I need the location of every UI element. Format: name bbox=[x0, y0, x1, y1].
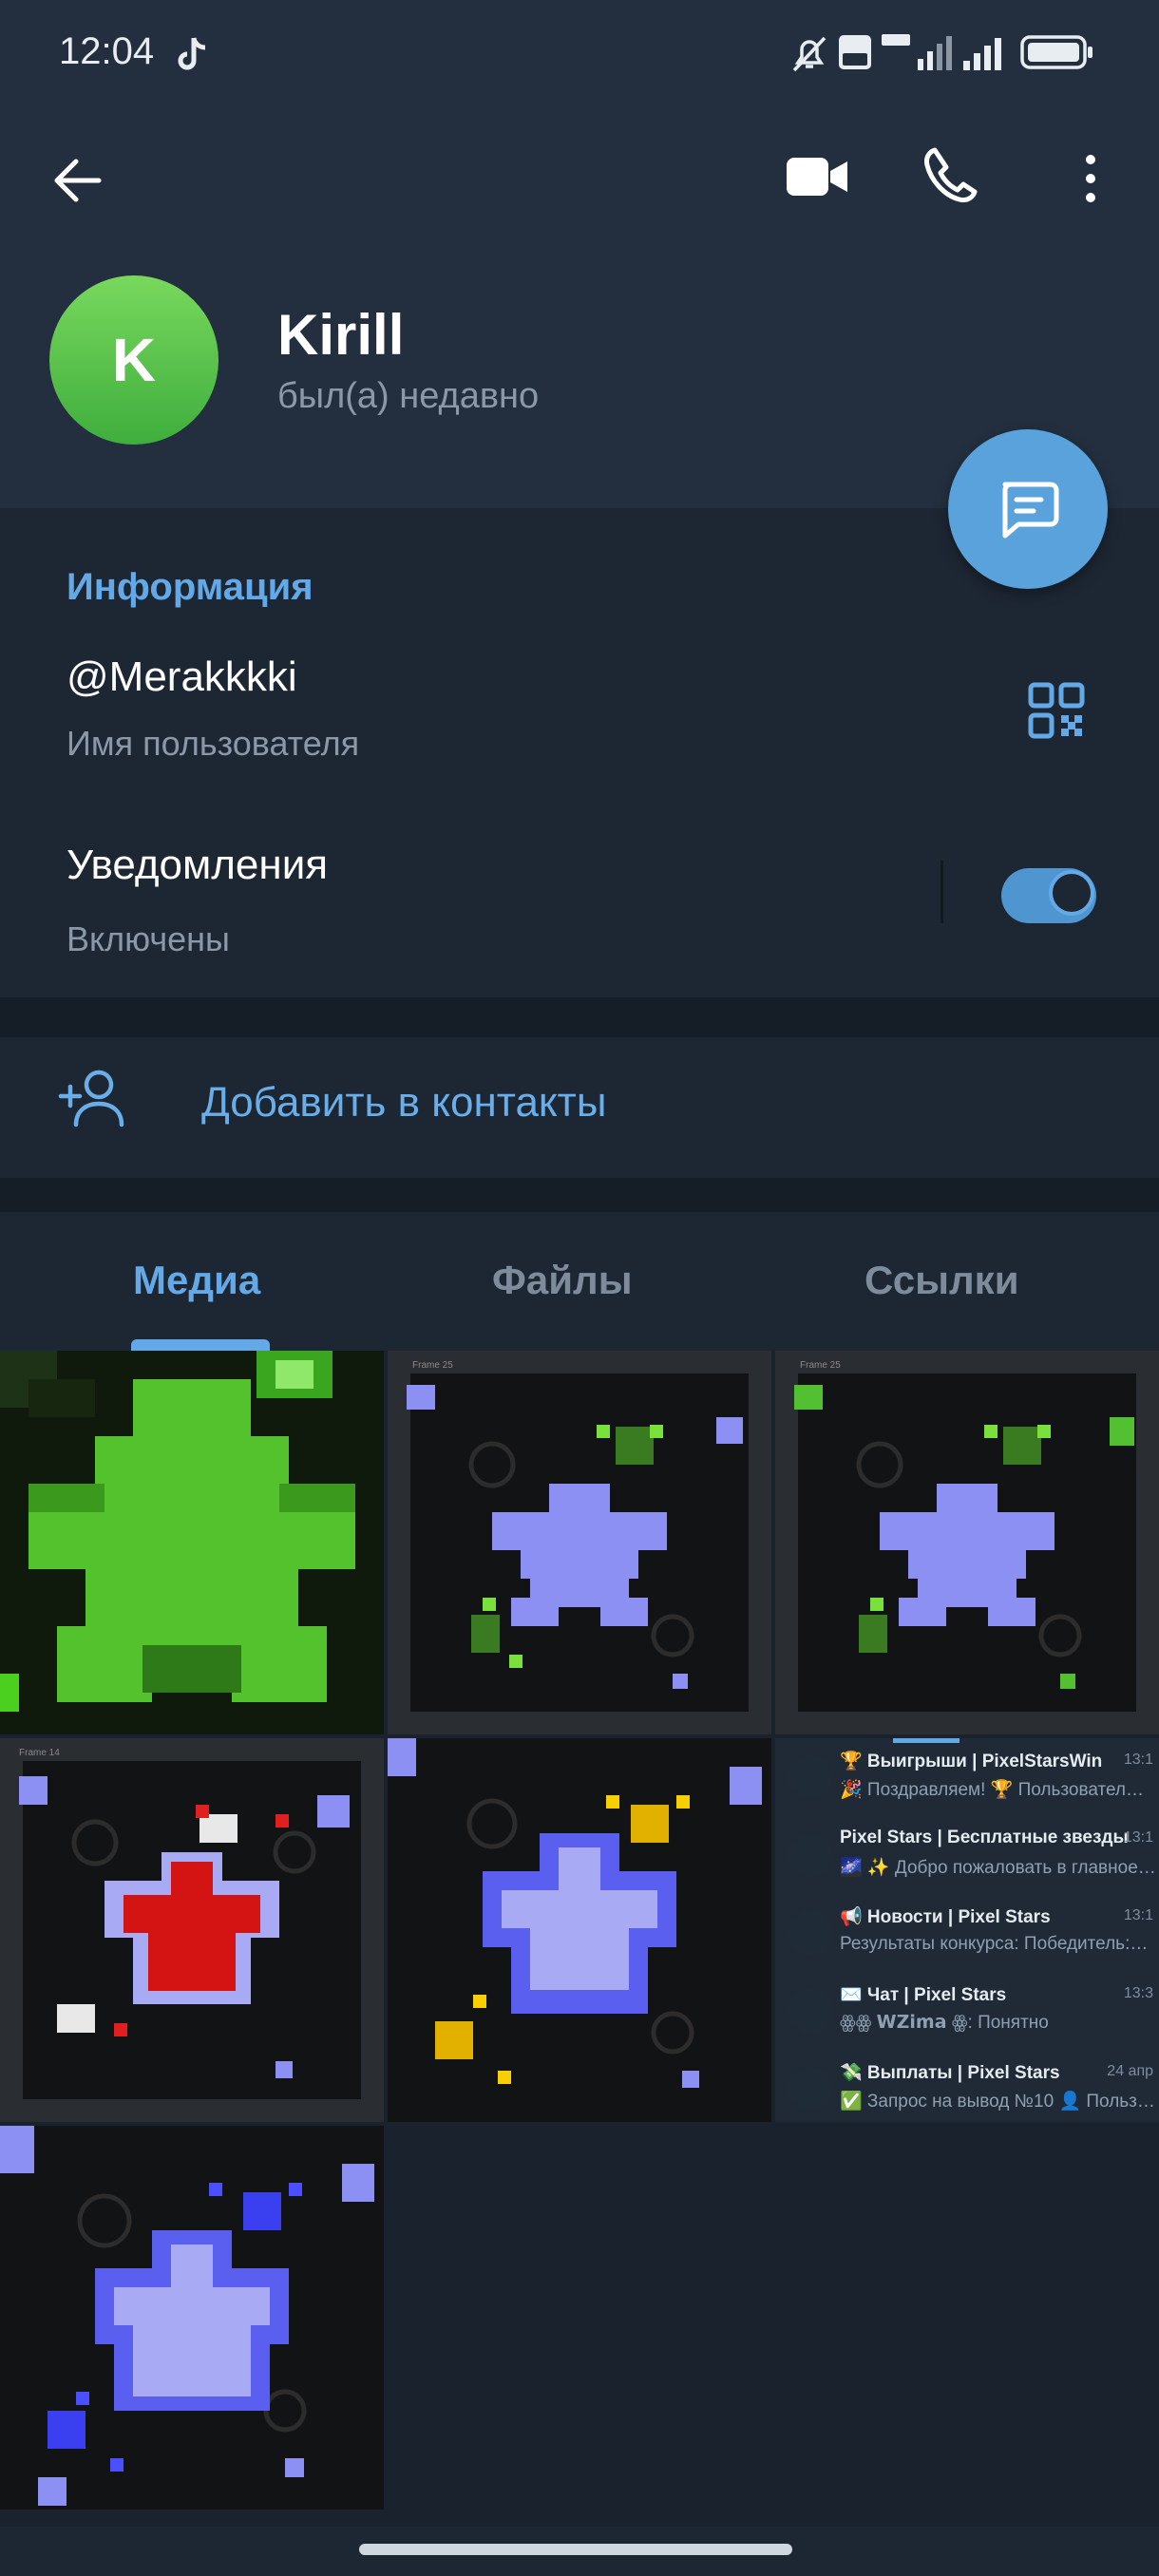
toggle-knob bbox=[1049, 870, 1094, 916]
active-tab-indicator bbox=[131, 1339, 270, 1351]
chat-preview: 🎉 Поздравляем! 🏆 Пользовател… bbox=[840, 1780, 1145, 1800]
media-item[interactable] bbox=[0, 1351, 384, 1734]
section-divider bbox=[0, 997, 1159, 1037]
tab-media[interactable]: Медиа bbox=[133, 1258, 260, 1303]
list-item: Pixel Stars | Бесплатные звезды 🌌 ✨ Добр… bbox=[781, 1820, 1159, 1896]
add-contact-label[interactable]: Добавить в контакты bbox=[201, 1079, 606, 1127]
list-item: 📢 Новости | Pixel Stars Результаты конку… bbox=[781, 1898, 1159, 1974]
green-star-image bbox=[0, 1351, 384, 1734]
avatar bbox=[788, 1833, 832, 1877]
media-item[interactable]: 🏆 Выигрыши | PixelStarsWin 🎉 Поздравляем… bbox=[775, 1738, 1159, 2122]
chat-time: 13:1 bbox=[1123, 1907, 1153, 1923]
battery-icon bbox=[1020, 35, 1092, 69]
list-item: 🏆 Выигрыши | PixelStarsWin 🎉 Поздравляем… bbox=[781, 1742, 1159, 1818]
signal-icon bbox=[963, 38, 1001, 70]
section-divider bbox=[0, 1178, 1159, 1212]
avatar-letter: K bbox=[111, 326, 157, 394]
username[interactable]: @Merakkkki bbox=[66, 653, 297, 701]
media-item[interactable]: Frame 25 bbox=[388, 1351, 771, 1734]
avatar bbox=[788, 1989, 832, 2033]
red-star-image: Frame 14 bbox=[0, 1738, 384, 2122]
chat-preview: ꙮꙮ 𝗪𝗭𝗶𝗺𝗮 ꙮ: Понятно bbox=[840, 2013, 1049, 2033]
qr-code-icon[interactable] bbox=[1028, 682, 1085, 739]
chat-title: ✉️ Чат | Pixel Stars bbox=[840, 1985, 1007, 2005]
chat-title: 💸 Выплаты | Pixel Stars bbox=[840, 2063, 1060, 2083]
frame-label: Frame 14 bbox=[19, 1748, 60, 1758]
home-indicator[interactable] bbox=[359, 2544, 792, 2555]
notifications-state: Включены bbox=[66, 919, 230, 958]
chat-time: 13:3 bbox=[1123, 1985, 1153, 2001]
purple-star-image: Frame 25 bbox=[388, 1351, 771, 1734]
tab-files[interactable]: Файлы bbox=[492, 1258, 633, 1303]
notifications-label: Уведомления bbox=[66, 842, 329, 888]
phone-call-icon[interactable] bbox=[922, 144, 982, 205]
chat-preview: 🌌 ✨ Добро пожаловать в главное… bbox=[840, 1858, 1156, 1878]
chat-preview: Результаты конкурса: Победитель:… bbox=[840, 1934, 1149, 1954]
media-item[interactable] bbox=[388, 1738, 771, 2122]
media-item[interactable] bbox=[0, 2126, 384, 2510]
volte-icon bbox=[839, 35, 871, 69]
tiktok-notification-icon bbox=[178, 37, 206, 70]
chat-time: 24 апр bbox=[1107, 2063, 1153, 2079]
notifications-toggle[interactable] bbox=[1001, 868, 1096, 923]
chat-title: 🏆 Выигрыши | PixelStarsWin bbox=[840, 1752, 1103, 1771]
media-grid: Frame 25 Frame 25 Frame 14 🏆 Выигрыши | … bbox=[0, 1351, 1159, 2527]
chat-title: Pixel Stars | Бесплатные звезды bbox=[840, 1828, 1129, 1847]
divider bbox=[940, 861, 943, 923]
tab-links[interactable]: Ссылки bbox=[864, 1258, 1019, 1303]
info-section-title: Информация bbox=[66, 566, 314, 608]
chat-bubble-icon bbox=[1002, 482, 1059, 539]
media-item[interactable]: Frame 14 bbox=[0, 1738, 384, 2122]
message-button[interactable] bbox=[948, 429, 1108, 589]
username-caption: Имя пользователя bbox=[66, 724, 360, 763]
chat-preview: ✅ Запрос на вывод №10 👤 Польз… bbox=[840, 2092, 1155, 2112]
video-call-icon[interactable] bbox=[785, 152, 849, 201]
chat-title: 📢 Новости | Pixel Stars bbox=[840, 1907, 1051, 1927]
status-time: 12:04 bbox=[59, 30, 155, 72]
more-options-icon[interactable] bbox=[1075, 152, 1106, 205]
frame-label: Frame 25 bbox=[800, 1360, 841, 1371]
list-item: ✉️ Чат | Pixel Stars ꙮꙮ 𝗪𝗭𝗶𝗺𝗮 ꙮ: Понятно… bbox=[781, 1976, 1159, 2052]
frame-label: Frame 25 bbox=[412, 1360, 453, 1371]
media-item[interactable]: Frame 25 bbox=[775, 1351, 1159, 1734]
trophy-star-image bbox=[388, 1738, 771, 2122]
signal-4g-icon bbox=[882, 34, 952, 70]
last-seen-status: был(а) недавно bbox=[277, 376, 540, 416]
blue-star-image bbox=[0, 2126, 384, 2510]
list-item: 💸 Выплаты | Pixel Stars ✅ Запрос на выво… bbox=[781, 2054, 1159, 2122]
avatar[interactable]: K bbox=[49, 275, 218, 445]
back-arrow-icon[interactable] bbox=[48, 150, 108, 211]
avatar bbox=[788, 2067, 832, 2111]
purple-star-image: Frame 25 bbox=[775, 1351, 1159, 1734]
profile-name: Kirill bbox=[277, 303, 405, 367]
chat-time: 13:1 bbox=[1123, 1829, 1153, 1846]
muted-bell-icon bbox=[792, 36, 826, 72]
chat-time: 13:1 bbox=[1123, 1752, 1153, 1768]
avatar bbox=[788, 1755, 832, 1799]
add-user-icon bbox=[58, 1070, 124, 1127]
avatar bbox=[788, 1911, 832, 1955]
